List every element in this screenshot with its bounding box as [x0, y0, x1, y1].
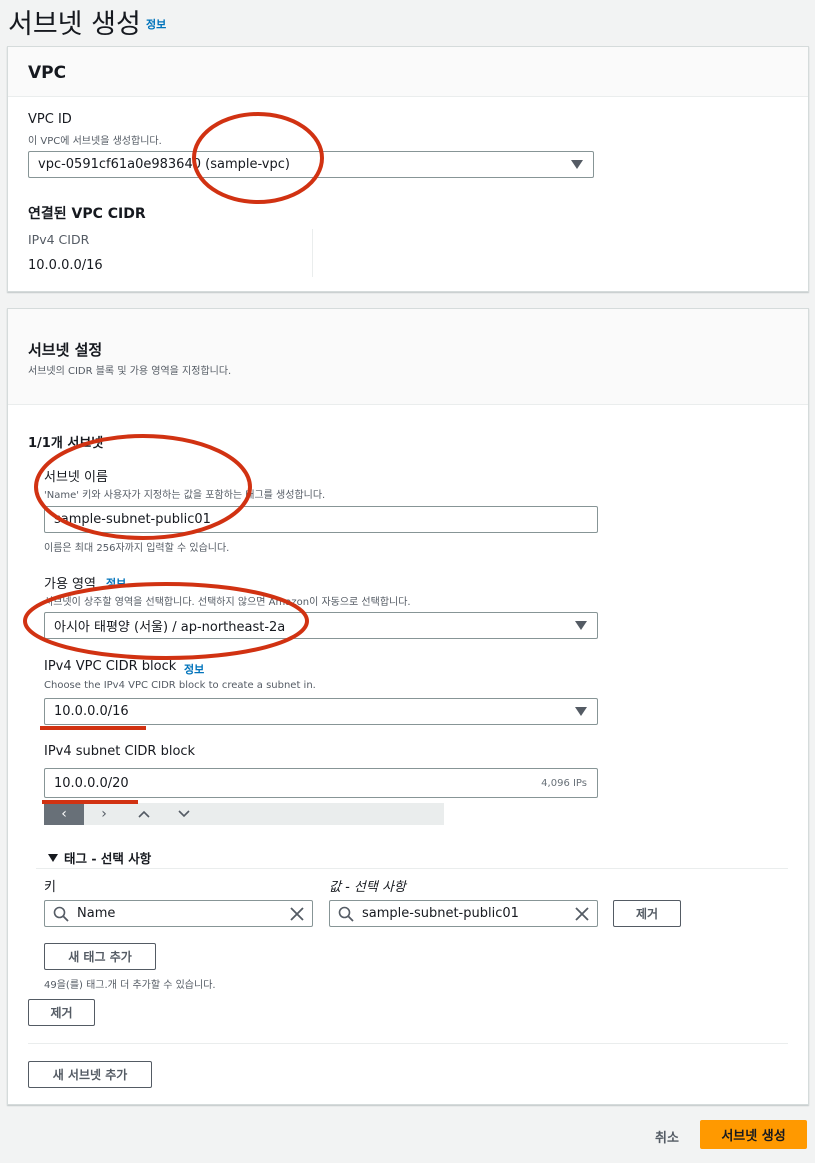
add-subnet-button[interactable]: 새 서브넷 추가 [28, 1061, 152, 1088]
vpc-id-description: 이 VPC에 서브넷을 생성합니다. [28, 136, 162, 147]
caret-down-icon [575, 707, 587, 716]
az-select[interactable]: 아시아 태평양 (서울) / ap-northeast-2a [44, 612, 598, 639]
tag-key-header: 키 [44, 880, 56, 895]
subnet-settings-title: 서브넷 설정 [28, 341, 103, 359]
ipv4-cidr-value: 10.0.0.0/16 [28, 258, 103, 273]
create-subnet-button[interactable]: 서브넷 생성 [700, 1120, 807, 1149]
vpc-panel-title: VPC [28, 63, 67, 83]
vpc-panel-header: VPC [8, 47, 808, 97]
subnet-settings-header: 서브넷 설정 서브넷의 CIDR 블록 및 가용 영역을 지정합니다. [8, 309, 808, 405]
tag-key-value: Name [77, 906, 116, 921]
chevron-up-icon[interactable] [124, 803, 164, 825]
tags-toggle[interactable]: 태그 - 선택 사항 [48, 848, 151, 867]
subnet-cidr-block-label: IPv4 subnet CIDR block [44, 744, 196, 759]
subnet-count-heading: 1/1개 서브넷 [28, 436, 104, 451]
vpc-cidr-block-label: IPv4 VPC CIDR block [44, 659, 177, 674]
tags-heading: 태그 - 선택 사항 [64, 851, 152, 866]
tag-limit-hint: 49을(를) 태그.개 더 추가할 수 있습니다. [44, 980, 216, 991]
column-divider [312, 229, 313, 277]
tag-value-header: 값 - 선택 사항 [329, 880, 406, 895]
ipv4-cidr-label: IPv4 CIDR [28, 232, 90, 247]
vpc-id-select[interactable]: vpc-0591cf61a0e983640 (sample-vpc) [28, 151, 594, 178]
vpc-id-selected-value: vpc-0591cf61a0e983640 (sample-vpc) [38, 157, 290, 172]
clear-icon[interactable] [289, 906, 305, 922]
remove-tag-button[interactable]: 제거 [613, 900, 681, 927]
search-icon [53, 906, 69, 922]
subnet-name-label: 서브넷 이름 [44, 470, 108, 485]
subnet-divider [28, 1043, 788, 1044]
clear-icon[interactable] [574, 906, 590, 922]
caret-down-icon [575, 621, 587, 630]
az-label: 가용 영역 [44, 577, 96, 592]
vpc-cidr-block-value: 10.0.0.0/16 [54, 704, 129, 719]
vpc-cidr-block-select[interactable]: 10.0.0.0/16 [44, 698, 598, 725]
remove-subnet-button[interactable]: 제거 [28, 999, 95, 1026]
az-selected-value: 아시아 태평양 (서울) / ap-northeast-2a [54, 620, 286, 635]
vpc-cidr-block-description: Choose the IPv4 VPC CIDR block to create… [44, 680, 316, 691]
vpc-id-label: VPC ID [28, 112, 72, 127]
subnet-name-description: 'Name' 키와 사용자가 지정하는 값을 포함하는 태그를 생성합니다. [44, 490, 326, 501]
caret-down-icon [48, 853, 58, 862]
vpc-cidr-heading: 연결된 VPC CIDR [28, 206, 146, 222]
caret-down-icon [571, 160, 583, 169]
page-title: 서브넷 생성 [8, 9, 141, 40]
subnet-name-input[interactable]: sample-subnet-public01 [44, 506, 598, 533]
az-info-link[interactable]: 정보 [106, 575, 126, 591]
subnet-settings-description: 서브넷의 CIDR 블록 및 가용 영역을 지정합니다. [28, 366, 232, 377]
chevron-left-icon[interactable]: ‹ [44, 803, 84, 825]
chevron-right-icon[interactable]: › [84, 803, 124, 825]
chevron-down-icon[interactable] [164, 803, 204, 825]
subnet-name-value: sample-subnet-public01 [54, 512, 211, 527]
info-link[interactable]: 정보 [146, 16, 166, 32]
tag-key-input[interactable]: Name [44, 900, 313, 927]
az-description: 서브넷이 상주할 영역을 선택합니다. 선택하지 않으면 Amazon이 자동으… [44, 597, 411, 608]
search-icon [338, 906, 354, 922]
tags-divider [36, 868, 788, 869]
vpc-panel: VPC VPC ID 이 VPC에 서브넷을 생성합니다. vpc-0591cf… [7, 46, 809, 292]
add-tag-button[interactable]: 새 태그 추가 [44, 943, 156, 970]
tag-value-value: sample-subnet-public01 [362, 906, 519, 921]
subnet-cidr-block-input[interactable]: 10.0.0.0/20 4,096 IPs [44, 768, 598, 798]
tag-value-input[interactable]: sample-subnet-public01 [329, 900, 598, 927]
cidr-stepper: ‹ › [44, 803, 444, 825]
vpc-cidr-info-link[interactable]: 정보 [184, 661, 204, 677]
ip-count: 4,096 IPs [541, 777, 587, 789]
subnet-name-hint: 이름은 최대 256자까지 입력할 수 있습니다. [44, 543, 230, 554]
subnet-cidr-block-value: 10.0.0.0/20 [54, 775, 129, 791]
cancel-button[interactable]: 취소 [655, 1127, 679, 1146]
